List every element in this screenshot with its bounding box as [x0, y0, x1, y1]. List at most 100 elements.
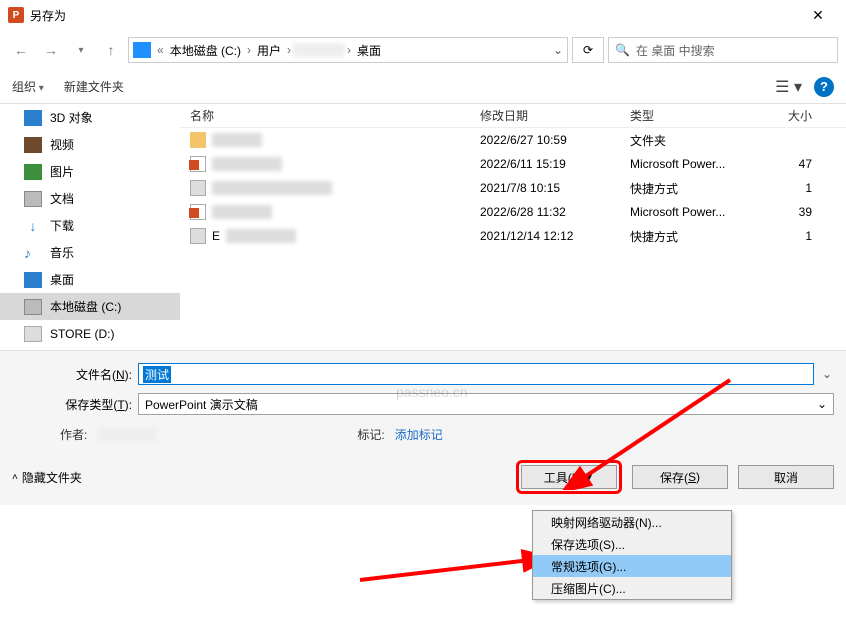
sidebar-item-label: 图片 [50, 163, 74, 180]
sidebar-item-downloads[interactable]: ↓下载 [0, 212, 180, 239]
ppt-file-icon [190, 156, 206, 172]
tools-button[interactable]: 工具(L) ▼ [521, 465, 617, 489]
tag-label: 标记: [357, 426, 384, 443]
music-icon: ♪ [24, 245, 42, 261]
address-bar[interactable]: « 本地磁盘 (C:) › 用户 › › 桌面 ⌄ [128, 37, 568, 63]
path-dropdown-icon[interactable]: ⌄ [553, 43, 563, 57]
file-type: 快捷方式 [630, 180, 770, 197]
nav-forward-button[interactable]: → [38, 37, 64, 63]
filename-dropdown-icon[interactable]: ⌄ [820, 367, 834, 381]
drive-icon [133, 42, 151, 58]
file-size: 39 [770, 205, 820, 219]
nav-up-button[interactable]: ↑ [98, 37, 124, 63]
table-row[interactable]: 2022/6/27 10:59 文件夹 [180, 128, 846, 152]
new-folder-button[interactable]: 新建文件夹 [64, 78, 124, 95]
view-mode-button[interactable]: ☰ ▾ [775, 77, 802, 97]
save-type-label: 保存类型(T): [12, 396, 132, 413]
file-name-redacted [212, 157, 282, 171]
refresh-button[interactable]: ⟳ [572, 37, 604, 63]
tools-dropdown-menu: 映射网络驱动器(N)... 保存选项(S)... 常规选项(G)... 压缩图片… [532, 510, 732, 600]
main-area: 3D 对象 视频 图片 文档 ↓下载 ♪ 音乐 桌面 本地磁盘 (C:) STOR… [0, 104, 846, 350]
table-row[interactable]: E 2021/12/14 12:12 快捷方式 1 [180, 224, 846, 248]
menu-item-save-options[interactable]: 保存选项(S)... [533, 533, 731, 555]
file-modified: 2022/6/11 15:19 [480, 157, 630, 171]
menu-item-map-network-drive[interactable]: 映射网络驱动器(N)... [533, 511, 731, 533]
chevron-down-icon: ⌄ [817, 397, 827, 411]
path-segment[interactable]: 本地磁盘 (C:) [166, 42, 245, 59]
sidebar-item-3dobjects[interactable]: 3D 对象 [0, 104, 180, 131]
path-segment[interactable]: 用户 [253, 42, 285, 59]
sidebar-item-label: 桌面 [50, 271, 74, 288]
sidebar-item-videos[interactable]: 视频 [0, 131, 180, 158]
menu-item-compress-pictures[interactable]: 压缩图片(C)... [533, 577, 731, 599]
close-button[interactable]: ✕ [798, 1, 838, 29]
annotation-highlight-box: 工具(L) ▼ [516, 460, 622, 494]
file-size: 47 [770, 157, 820, 171]
save-type-value: PowerPoint 演示文稿 [145, 396, 258, 413]
cancel-button[interactable]: 取消 [738, 465, 834, 489]
file-modified: 2022/6/27 10:59 [480, 133, 630, 147]
hide-folders-label: 隐藏文件夹 [22, 469, 82, 486]
search-icon: 🔍 [615, 43, 630, 57]
hide-folders-toggle[interactable]: ˄ 隐藏文件夹 [12, 469, 82, 486]
help-button[interactable]: ? [814, 77, 834, 97]
col-header-type[interactable]: 类型 [630, 107, 770, 124]
window-title: 另存为 [30, 7, 66, 24]
filename-input[interactable]: 测试 [138, 363, 814, 385]
col-header-modified[interactable]: 修改日期 [480, 107, 630, 124]
file-modified: 2022/6/28 11:32 [480, 205, 630, 219]
action-bar: ˄ 隐藏文件夹 工具(L) ▼ 保存(S) 取消 [0, 457, 846, 505]
sidebar-item-label: 下载 [50, 217, 74, 234]
sidebar-item-label: 3D 对象 [50, 109, 93, 126]
path-segment[interactable]: 桌面 [353, 42, 385, 59]
sidebar-item-local-disk-c[interactable]: 本地磁盘 (C:) [0, 293, 180, 320]
organize-button[interactable]: 组织 [12, 78, 44, 95]
folder-icon [190, 132, 206, 148]
sidebar-item-documents[interactable]: 文档 [0, 185, 180, 212]
sidebar-item-label: 文档 [50, 190, 74, 207]
col-header-size[interactable]: 大小 [770, 107, 820, 124]
shortcut-icon [190, 180, 206, 196]
file-type: 文件夹 [630, 132, 770, 149]
nav-history-dropdown[interactable]: ▾ [68, 37, 94, 63]
file-type: Microsoft Power... [630, 157, 770, 171]
sidebar-item-desktop[interactable]: 桌面 [0, 266, 180, 293]
ppt-file-icon [190, 204, 206, 220]
file-type: Microsoft Power... [630, 205, 770, 219]
file-size: 1 [770, 229, 820, 243]
annotation-arrow [350, 540, 550, 590]
caret-icon: ˄ [12, 472, 18, 483]
table-row[interactable]: 2022/6/28 11:32 Microsoft Power... 39 [180, 200, 846, 224]
chevron-down-icon: ▼ [584, 472, 594, 483]
file-list-header[interactable]: 名称 修改日期 类型 大小 [180, 104, 846, 128]
menu-item-general-options[interactable]: 常规选项(G)... [533, 555, 731, 577]
save-button[interactable]: 保存(S) [632, 465, 728, 489]
sidebar-item-label: STORE (D:) [50, 327, 114, 341]
file-name-redacted [212, 181, 332, 195]
file-list[interactable]: 名称 修改日期 类型 大小 2022/6/27 10:59 文件夹 2022/6… [180, 104, 846, 350]
videos-icon [24, 137, 42, 153]
path-segment-user[interactable] [293, 43, 345, 57]
title-bar: P 另存为 ✕ [0, 0, 846, 30]
toolbar: 组织 新建文件夹 ☰ ▾ ? [0, 70, 846, 104]
sidebar-item-pictures[interactable]: 图片 [0, 158, 180, 185]
disk-icon [24, 299, 42, 315]
desktop-icon [24, 272, 42, 288]
documents-icon [24, 191, 42, 207]
sidebar-item-music[interactable]: ♪ 音乐 [0, 239, 180, 266]
folder-tree[interactable]: 3D 对象 视频 图片 文档 ↓下载 ♪ 音乐 桌面 本地磁盘 (C:) STOR… [0, 104, 180, 350]
file-name-redacted [212, 133, 262, 147]
search-placeholder: 在 桌面 中搜索 [636, 42, 715, 59]
search-input[interactable]: 🔍 在 桌面 中搜索 [608, 37, 838, 63]
save-type-combo[interactable]: PowerPoint 演示文稿 ⌄ [138, 393, 834, 415]
col-header-name[interactable]: 名称 [180, 107, 480, 124]
pictures-icon [24, 164, 42, 180]
sidebar-item-label: 音乐 [50, 244, 74, 261]
save-form-panel: 文件名(N): 测试 ⌄ 保存类型(T): PowerPoint 演示文稿 ⌄ … [0, 350, 846, 457]
table-row[interactable]: 2021/7/8 10:15 快捷方式 1 [180, 176, 846, 200]
table-row[interactable]: 2022/6/11 15:19 Microsoft Power... 47 [180, 152, 846, 176]
sidebar-item-store-d[interactable]: STORE (D:) [0, 320, 180, 347]
nav-back-button[interactable]: ← [8, 37, 34, 63]
file-modified: 2021/12/14 12:12 [480, 229, 630, 243]
add-tag-link[interactable]: 添加标记 [395, 426, 443, 443]
